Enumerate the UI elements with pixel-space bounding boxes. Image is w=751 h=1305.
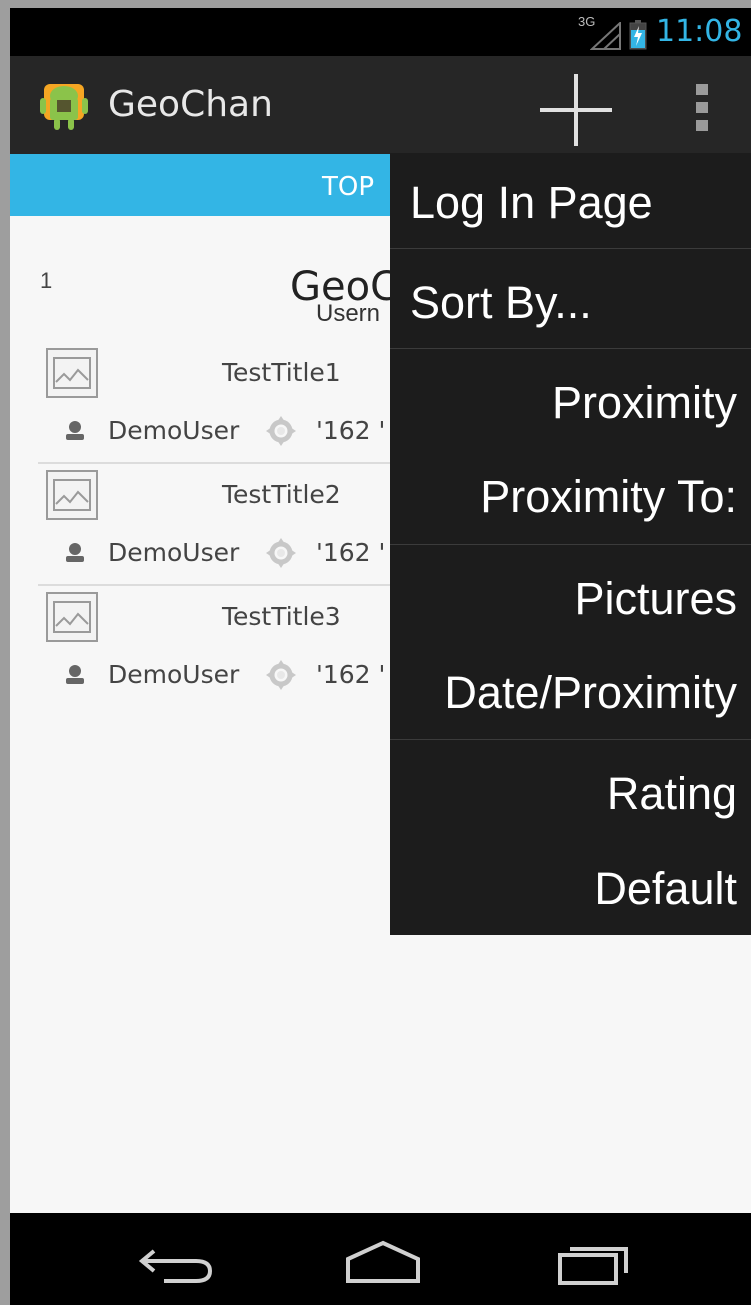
post-user: DemoUser [108,660,240,689]
battery-icon [629,20,647,50]
android-app-icon[interactable] [38,78,90,134]
post-coordinates: '162 ' [316,660,386,689]
menu-item-rating[interactable]: Rating [390,768,751,820]
post-title: TestTitle1 [222,358,341,387]
add-post-button[interactable] [536,70,616,150]
overflow-dot [696,120,708,131]
menu-item-proximity[interactable]: Proximity [390,377,751,429]
menu-item-pictures[interactable]: Pictures [390,573,751,625]
menu-item-log-in-page[interactable]: Log In Page [390,177,751,229]
divider [38,584,398,586]
list-rank: 1 [40,268,53,293]
menu-item-default[interactable]: Default [390,863,751,915]
menu-divider [390,248,751,249]
menu-item-proximity-to[interactable]: Proximity To: [390,471,751,523]
navigation-bar [10,1213,751,1305]
divider [38,462,398,464]
overflow-dot [696,84,708,95]
overflow-dot [696,102,708,113]
post-user: DemoUser [108,416,240,445]
menu-item-sort-by[interactable]: Sort By... [390,277,751,329]
image-placeholder-icon [46,348,98,398]
location-icon [266,538,296,568]
post-title: TestTitle3 [222,602,341,631]
list-subtitle: Usern [316,300,381,327]
user-icon [66,421,84,440]
signal-icon [590,22,621,50]
user-icon [66,543,84,562]
menu-divider [390,348,751,349]
tab-label: TOP [322,172,375,202]
post-title: TestTitle2 [222,480,341,509]
home-button[interactable] [338,1233,428,1289]
location-icon [266,416,296,446]
app-title: GeoChan [108,84,273,125]
overflow-menu: Log In Page Sort By... Proximity Proximi… [390,153,751,935]
status-bar: 3G 11:08 [10,8,751,56]
location-icon [266,660,296,690]
menu-item-date-proximity[interactable]: Date/Proximity [390,667,751,719]
overflow-menu-button[interactable] [684,80,724,136]
post-coordinates: '162 ' [316,538,386,567]
action-bar: GeoChan [10,56,751,154]
clock: 11:08 [656,14,743,49]
image-placeholder-icon [46,592,98,642]
menu-divider [390,739,751,740]
back-button[interactable] [134,1233,224,1289]
recent-apps-button[interactable] [550,1233,640,1289]
image-placeholder-icon [46,470,98,520]
post-coordinates: '162 ' [316,416,386,445]
user-icon [66,665,84,684]
menu-divider [390,544,751,545]
post-user: DemoUser [108,538,240,567]
